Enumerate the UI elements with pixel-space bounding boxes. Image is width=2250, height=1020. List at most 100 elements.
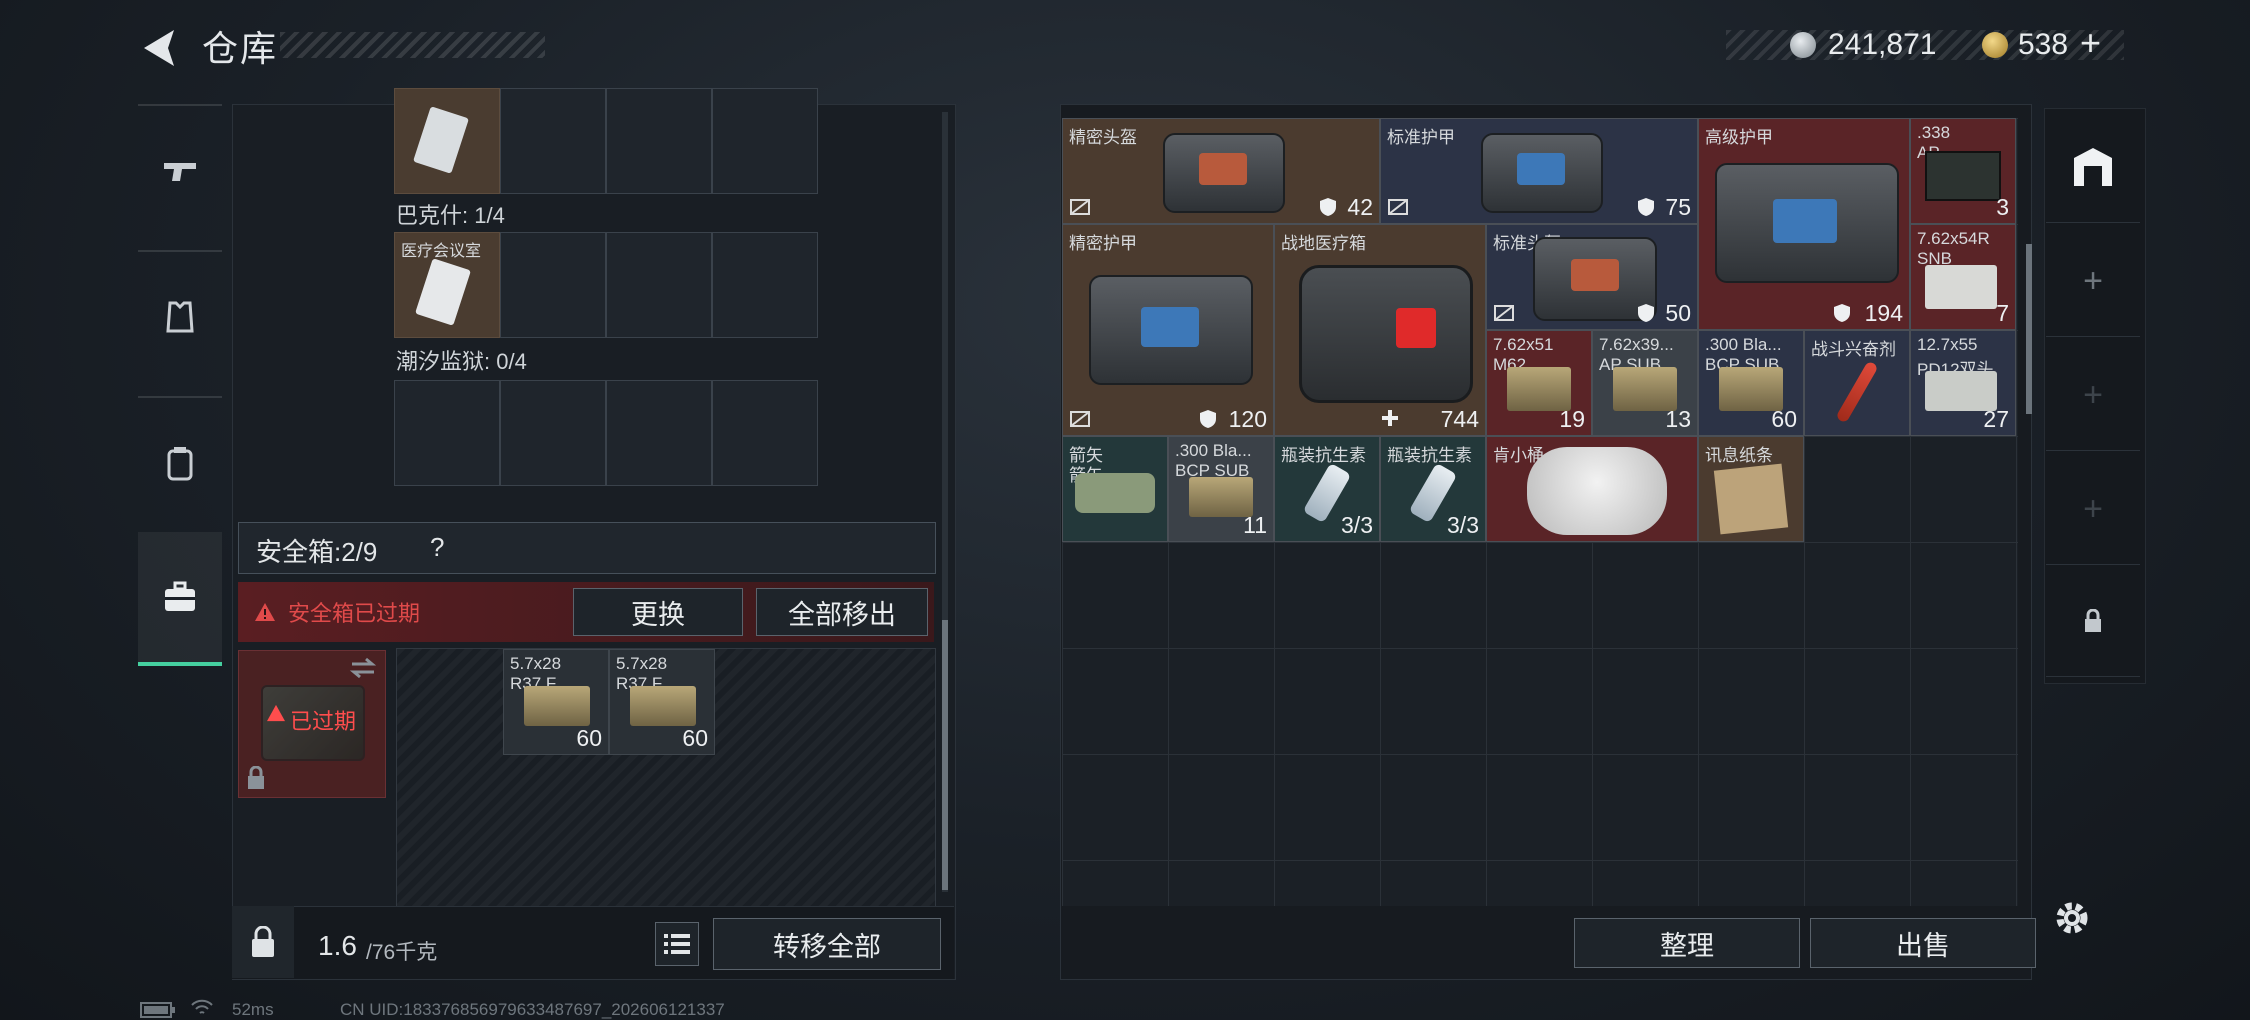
ammo-box-icon: [1925, 265, 1997, 309]
container-slot[interactable]: 医疗会议室: [394, 232, 500, 338]
title-decoration: [280, 32, 545, 58]
add-stash-page-button[interactable]: +: [2046, 454, 2140, 565]
back-arrow-icon[interactable]: [138, 26, 182, 70]
weight-value: 1.6: [318, 930, 357, 961]
item-count: 7: [1996, 300, 2009, 326]
help-button[interactable]: ?: [430, 532, 444, 563]
shield-icon: [1834, 304, 1850, 322]
container-slot[interactable]: [712, 380, 818, 486]
keycard-icon: [415, 258, 471, 326]
stash-item-300-blk[interactable]: .300 Bla... BCP SUB 11: [1168, 436, 1274, 542]
safebox-item[interactable]: 5.7x28 R37.F 60: [609, 649, 715, 755]
bakshi-container-row: [394, 88, 818, 194]
stash-item-762x51[interactable]: 7.62x51 M62 19: [1486, 330, 1592, 436]
container-slot[interactable]: [500, 232, 606, 338]
container-slot[interactable]: [394, 88, 500, 194]
stash-item-standard-helmet[interactable]: 标准头盔 50: [1486, 224, 1698, 330]
item-name: .300 Bla...: [1705, 335, 1782, 354]
item-count: 3: [1996, 194, 2009, 220]
coin-icon: [1790, 32, 1816, 58]
ammo-box-icon: [1719, 367, 1783, 411]
tidal-container-row: [394, 380, 818, 486]
item-name: 7.62x51: [1493, 335, 1554, 354]
stash-item-127x55[interactable]: 12.7x55 PD12双头 27: [1910, 330, 2016, 436]
container-slot[interactable]: [606, 232, 712, 338]
item-charges: 3/3: [1341, 512, 1373, 538]
sort-button[interactable]: 整理: [1574, 918, 1800, 968]
container-slot[interactable]: [500, 88, 606, 194]
tab-armor[interactable]: [138, 250, 222, 382]
item-durability: 42: [1347, 194, 1373, 220]
stash-item-combat-stim[interactable]: 战斗兴奋剂: [1804, 330, 1910, 436]
ammo-box-icon: [630, 686, 696, 726]
briefcase-icon: [165, 581, 195, 611]
item-screen: [1199, 153, 1247, 185]
stash-item-ken-barrel[interactable]: 肯小桶: [1486, 436, 1698, 542]
stash-item-arrows[interactable]: 箭矢 箭矢: [1062, 436, 1168, 542]
warning-icon: [255, 603, 275, 621]
add-bonds-button[interactable]: +: [2080, 22, 2101, 64]
cross-icon: [1396, 308, 1436, 348]
tab-backpack[interactable]: [138, 396, 222, 528]
lock-toggle[interactable]: [232, 906, 294, 978]
item-name: 5.7x28: [510, 654, 562, 673]
stash-scrollbar-thumb[interactable]: [2026, 244, 2032, 414]
stash-item-762x54r[interactable]: 7.62x54R SNB 7: [1910, 224, 2016, 330]
item-name: 标准护甲: [1387, 128, 1455, 147]
scrollbar-thumb[interactable]: [942, 620, 948, 890]
add-stash-page-button[interactable]: +: [2046, 340, 2140, 451]
item-count: 11: [1243, 512, 1267, 538]
locked-stash-page[interactable]: [2046, 566, 2140, 677]
stash-item-antibiotics[interactable]: 瓶装抗生素 3/3: [1274, 436, 1380, 542]
add-stash-page-button[interactable]: +: [2046, 226, 2140, 337]
stash-item-precision-armor[interactable]: 精密护甲 120: [1062, 224, 1274, 436]
syringe-icon: [1835, 360, 1879, 424]
sell-button[interactable]: 出售: [1810, 918, 2036, 968]
stash-page-main[interactable]: [2046, 112, 2140, 223]
item-durability: 75: [1665, 194, 1691, 220]
ammo-crate-icon: [1925, 151, 2001, 201]
stash-item-field-medkit[interactable]: 战地医疗箱 744: [1274, 224, 1486, 436]
item-count: 19: [1559, 406, 1585, 432]
no-repair-icon: [1070, 199, 1090, 215]
safebox-item[interactable]: 5.7x28 R37.F 60: [503, 649, 609, 755]
transfer-all-button[interactable]: 转移全部: [713, 918, 941, 970]
item-name: 瓶装抗生素: [1387, 446, 1472, 465]
gear-icon[interactable]: [2050, 896, 2094, 940]
item-durability: 50: [1665, 300, 1691, 326]
item-name: .300 Bla...: [1175, 441, 1252, 460]
armor-vest-icon: [166, 301, 194, 333]
container-slot[interactable]: [394, 380, 500, 486]
armor-bag-icon: [1089, 275, 1253, 385]
user-uid: CN UID:1833768569796334876​97_2026061213…: [340, 1000, 725, 1019]
stash-item-advanced-armor[interactable]: 高级护甲 194: [1698, 118, 1910, 330]
swap-icon[interactable]: [348, 656, 378, 680]
battery-icon: [140, 1002, 175, 1018]
shield-icon: [1200, 410, 1216, 428]
lock-icon: [2085, 609, 2101, 632]
container-slot[interactable]: [500, 380, 606, 486]
shield-icon: [1638, 198, 1654, 216]
stash-item-standard-armor[interactable]: 标准护甲 75: [1380, 118, 1698, 224]
weight-capacity: /76千克: [366, 941, 438, 964]
expired-notice: 安全箱已过期: [288, 601, 421, 626]
stash-item-precision-helmet[interactable]: 精密头盔 42: [1062, 118, 1380, 224]
stash-item-antibiotics[interactable]: 瓶装抗生素 3/3: [1380, 436, 1486, 542]
tab-safebox[interactable]: [138, 532, 222, 666]
armor-bag-icon: [1715, 163, 1899, 283]
tab-weapons[interactable]: [138, 104, 222, 236]
item-name: 7.62x54R: [1917, 229, 1990, 248]
stash-item-762x39[interactable]: 7.62x39... AP SUB 13: [1592, 330, 1698, 436]
stash-item-300-blk[interactable]: .300 Bla... BCP SUB 60: [1698, 330, 1804, 436]
container-slot[interactable]: [606, 380, 712, 486]
move-all-out-button[interactable]: 全部移出: [756, 588, 928, 636]
stash-item-message-note[interactable]: 讯息纸条: [1698, 436, 1804, 542]
container-slot[interactable]: [712, 232, 818, 338]
replace-button[interactable]: 更换: [573, 588, 743, 636]
list-view-button[interactable]: [655, 922, 699, 966]
container-slot[interactable]: [712, 88, 818, 194]
container-slot[interactable]: [606, 88, 712, 194]
stash-grid: 精密头盔 42 标准护甲 75 高级护甲 194 .338 AP 3 精密护甲 …: [1062, 118, 2018, 906]
bakshi-label: 巴克什: 1/4: [396, 203, 505, 228]
stash-item-338-ap[interactable]: .338 AP 3: [1910, 118, 2016, 224]
